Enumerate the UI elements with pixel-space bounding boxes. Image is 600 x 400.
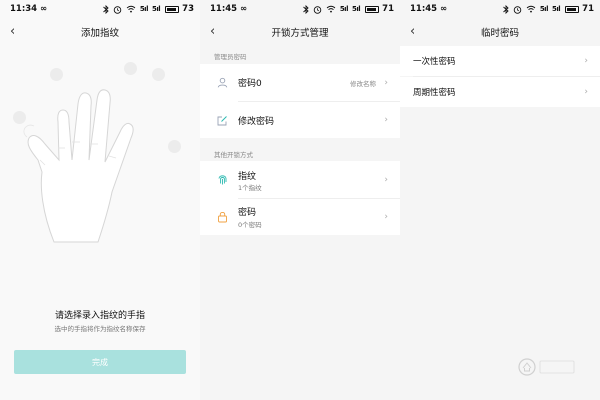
status-time: 11:45 [410, 4, 438, 14]
watermark-icon [518, 358, 575, 376]
bluetooth-icon [303, 4, 309, 14]
alarm-icon [113, 5, 122, 14]
fingerprint-row[interactable]: 指纹 1个指纹 › [200, 161, 400, 198]
temporary-password-screen: 11:45 ∞ 5ıl 5ıl 71 ‹ 临时密码 一次性密码 › 周期性密码 … [400, 0, 600, 400]
alarm-icon [513, 5, 522, 14]
unlock-methods-screen: 11:45 ∞ 5ıl 5ıl 71 ‹ 开锁方式管理 管理员密码 密码0 修改… [200, 0, 400, 400]
chevron-right-icon: › [584, 87, 588, 97]
user-icon [216, 77, 228, 89]
wifi-icon [126, 5, 136, 13]
status-time: 11:34 [10, 4, 38, 14]
signal-icon: 5ıl [539, 5, 549, 13]
page-title: 添加指纹 [80, 28, 119, 39]
battery-icon [365, 5, 380, 13]
battery-percent: 71 [582, 4, 594, 14]
infinity-icon: ∞ [440, 4, 448, 14]
status-bar: 11:45 ∞ 5ıl 5ıl 71 [400, 0, 600, 18]
one-time-password-row[interactable]: 一次性密码 › [400, 46, 600, 76]
edit-icon [216, 114, 228, 126]
admin-password-card: 密码0 修改名称 › 修改密码 › [200, 64, 400, 138]
select-finger-prompt: 请选择录入指纹的手指 [54, 311, 145, 321]
password-count: 0个密码 [238, 221, 262, 229]
periodic-password-label: 周期性密码 [413, 88, 456, 98]
hand-illustration [12, 52, 190, 262]
chevron-right-icon: › [384, 115, 388, 125]
title-bar: ‹ 开锁方式管理 [200, 22, 400, 42]
infinity-icon: ∞ [40, 4, 48, 14]
battery-icon [565, 5, 580, 13]
status-bar: 11:34 ∞ 5ıl 5ıl 73 [0, 0, 200, 18]
back-icon[interactable]: ‹ [10, 23, 15, 41]
admin-password-section-label: 管理员密码 [214, 53, 247, 61]
watermark-logo [518, 356, 578, 378]
password-label: 密码 [238, 208, 257, 218]
title-bar: ‹ 临时密码 [400, 22, 600, 42]
done-button[interactable]: 完成 [14, 350, 186, 374]
status-time: 11:45 [210, 4, 238, 14]
chevron-right-icon: › [584, 56, 588, 66]
chevron-right-icon: › [384, 212, 388, 222]
rename-link[interactable]: 修改名称 [350, 78, 376, 88]
battery-percent: 71 [382, 4, 394, 14]
fingerprint-count: 1个指纹 [238, 184, 262, 192]
back-icon[interactable]: ‹ [410, 23, 415, 41]
fingerprint-label: 指纹 [238, 172, 257, 182]
password-row[interactable]: 密码 0个密码 › [200, 199, 400, 235]
signal-icon: 5ıl [139, 5, 149, 13]
select-finger-hint: 选中的手指将作为指纹名称保存 [54, 325, 146, 333]
password-0-row[interactable]: 密码0 修改名称 › [200, 64, 400, 101]
chevron-right-icon: › [384, 77, 388, 88]
signal-icon-2: 5ıl [351, 5, 361, 13]
fingerprint-icon [216, 174, 228, 186]
periodic-password-row[interactable]: 周期性密码 › [400, 77, 600, 107]
battery-icon [165, 5, 180, 13]
signal-icon-2: 5ıl [551, 5, 561, 13]
back-icon[interactable]: ‹ [210, 23, 215, 41]
change-password-row[interactable]: 修改密码 › [200, 102, 400, 138]
infinity-icon: ∞ [240, 4, 248, 14]
add-fingerprint-screen: 11:34 ∞ 5ıl 5ıl 73 ‹ 添加指纹 请选择录入指纹的手指 选中的… [0, 0, 200, 400]
bluetooth-icon [503, 4, 509, 14]
signal-icon: 5ıl [339, 5, 349, 13]
page-title: 开锁方式管理 [271, 28, 329, 39]
hand-icon[interactable] [12, 52, 190, 262]
wifi-icon [526, 5, 536, 13]
change-password-label: 修改密码 [238, 116, 275, 127]
bluetooth-icon [103, 4, 109, 14]
battery-percent: 73 [182, 4, 194, 14]
one-time-password-label: 一次性密码 [413, 57, 456, 67]
other-unlock-section-label: 其他开锁方式 [214, 151, 253, 159]
lock-icon [216, 211, 228, 223]
wifi-icon [326, 5, 336, 13]
title-bar: ‹ 添加指纹 [0, 22, 200, 42]
alarm-icon [313, 5, 322, 14]
signal-icon-2: 5ıl [151, 5, 161, 13]
page-title: 临时密码 [480, 28, 519, 39]
password-0-label: 密码0 [238, 79, 262, 89]
status-bar: 11:45 ∞ 5ıl 5ıl 71 [200, 0, 400, 18]
chevron-right-icon: › [384, 174, 388, 185]
other-unlock-card: 指纹 1个指纹 › 密码 0个密码 › [200, 161, 400, 235]
